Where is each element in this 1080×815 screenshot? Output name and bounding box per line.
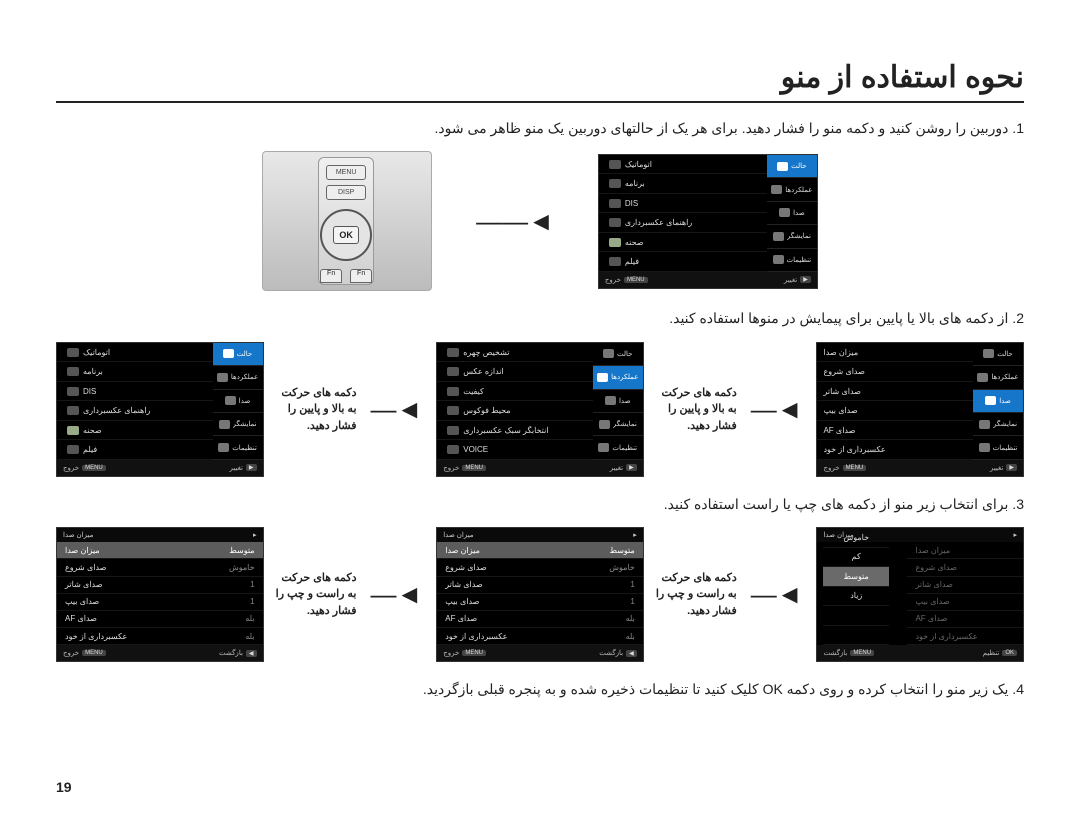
camera-disp-button[interactable]: DISP bbox=[326, 185, 366, 200]
camera-menu-button[interactable]: MENU bbox=[326, 165, 366, 180]
volume-options: خاموش کم متوسط زیاد bbox=[823, 528, 889, 645]
step-2-row: حالت عملکردها صدا نمایشگر تنظیمات اتومات… bbox=[56, 342, 1024, 477]
title-rule: نحوه استفاده از منو bbox=[56, 60, 1024, 103]
side-tabs: حالت عملکردها صدا نمایشگر تنظیمات bbox=[767, 155, 817, 272]
screen-bottom-bar: ▶تغییر MENUخروج bbox=[599, 272, 817, 288]
gear-icon bbox=[773, 255, 784, 264]
camera-illustration: MENU DISP Fn Fn bbox=[262, 151, 432, 291]
camera-icon bbox=[771, 185, 782, 194]
dis-icon bbox=[609, 199, 621, 208]
side-tab-settings[interactable]: تنظیمات bbox=[767, 249, 817, 272]
side-tab-functions[interactable]: عملکردها bbox=[767, 178, 817, 201]
guide-icon bbox=[609, 218, 621, 227]
side-tab-mode[interactable]: حالت bbox=[767, 155, 817, 178]
caption-lr-1: دکمه های حرکت به راست و چپ را فشار دهید. bbox=[274, 570, 357, 620]
screen-volume-options: ▸میزان صدا میزان صدا صدای شروع صدای شاتر… bbox=[816, 527, 1024, 662]
page-number: 19 bbox=[56, 779, 72, 795]
caption-lr-2: دکمه های حرکت به راست و چپ را فشار دهید. bbox=[654, 570, 737, 620]
screen-sound-tab: حالت عملکردها صدا نمایشگر تنظیمات میزان … bbox=[816, 342, 1024, 477]
step-3-row: ▸میزان صدا متوسطمیزان صدا خاموشصدای شروع… bbox=[56, 527, 1024, 662]
arrow-left-icon: ◄― bbox=[371, 579, 423, 610]
mode-auto[interactable]: اتوماتیک bbox=[599, 155, 767, 175]
screen-main-menu: حالت عملکردها صدا نمایشگر تنظیمات اتومات… bbox=[598, 154, 818, 289]
camera-menu-label: MENU bbox=[336, 169, 357, 176]
mode-guide[interactable]: راهنمای عکسبرداری bbox=[599, 213, 767, 233]
mode-list: اتوماتیک برنامه DIS راهنمای عکسبرداری صح… bbox=[599, 155, 767, 272]
step-2-text: 2. از دکمه های بالا یا پایین برای پیمایش… bbox=[56, 307, 1024, 329]
movie-icon bbox=[609, 257, 621, 266]
speaker-icon bbox=[779, 208, 790, 217]
screen-header-title: میزان صدا bbox=[63, 531, 93, 539]
mode-dis[interactable]: DIS bbox=[599, 194, 767, 214]
camera-icon bbox=[609, 179, 621, 188]
vol-high[interactable]: زیاد bbox=[823, 587, 889, 607]
caption-ud-1: دکمه های حرکت به بالا و پایین را فشار ده… bbox=[274, 385, 357, 435]
camera-disp-label: DISP bbox=[338, 189, 354, 196]
side-tab-sound[interactable]: صدا bbox=[767, 202, 817, 225]
sound-row-volume[interactable]: متوسطمیزان صدا bbox=[57, 542, 263, 559]
camera-icon bbox=[609, 160, 621, 169]
scene-icon bbox=[609, 238, 621, 247]
mode-scene[interactable]: صحنه bbox=[599, 233, 767, 253]
vol-medium[interactable]: متوسط bbox=[823, 567, 889, 587]
vol-low[interactable]: کم bbox=[823, 548, 889, 568]
step-3-text: 3. برای انتخاب زیر منو از دکمه های چپ یا… bbox=[56, 493, 1024, 515]
display-icon bbox=[773, 232, 784, 241]
step-1-row: MENU DISP Fn Fn ◄―― حالت عملکردها صدا نم… bbox=[56, 151, 1024, 291]
screen-functions-tab: حالت عملکردها صدا نمایشگر تنظیمات تشخیص … bbox=[436, 342, 644, 477]
camera-icon bbox=[777, 162, 788, 171]
arrow-left-icon: ◄― bbox=[751, 579, 803, 610]
caption-ud-2: دکمه های حرکت به بالا و پایین را فشار ده… bbox=[654, 385, 737, 435]
step-4-text: 4. یک زیر منو را انتخاب کرده و روی دکمه … bbox=[56, 678, 1024, 700]
camera-fn-button-2[interactable]: Fn bbox=[350, 269, 372, 283]
vol-off[interactable]: خاموش bbox=[823, 528, 889, 548]
arrow-left-icon: ◄― bbox=[371, 394, 423, 425]
screen-sound-list: ▸میزان صدا متوسطمیزان صدا خاموشصدای شروع… bbox=[56, 527, 264, 662]
mode-movie[interactable]: فیلم bbox=[599, 252, 767, 272]
camera-fn-button-1[interactable]: Fn bbox=[320, 269, 342, 283]
mode-program[interactable]: برنامه bbox=[599, 174, 767, 194]
screen-mode-tab: حالت عملکردها صدا نمایشگر تنظیمات اتومات… bbox=[56, 342, 264, 477]
page-title: نحوه استفاده از منو bbox=[56, 60, 1024, 95]
bar-exit: MENUخروج bbox=[605, 276, 648, 284]
screen-sound-list-2: ▸میزان صدا متوسطمیزان صدا خاموشصدای شروع… bbox=[436, 527, 644, 662]
step-1-text: 1. دوربین را روشن کنید و دکمه منو را فشا… bbox=[56, 117, 1024, 139]
manual-page: نحوه استفاده از منو 1. دوربین را روشن کن… bbox=[0, 0, 1080, 815]
arrow-left-icon: ◄― bbox=[751, 394, 803, 425]
arrow-left-icon: ◄―― bbox=[476, 206, 554, 237]
bar-change: ▶تغییر bbox=[784, 276, 811, 284]
side-tab-display[interactable]: نمایشگر bbox=[767, 225, 817, 248]
